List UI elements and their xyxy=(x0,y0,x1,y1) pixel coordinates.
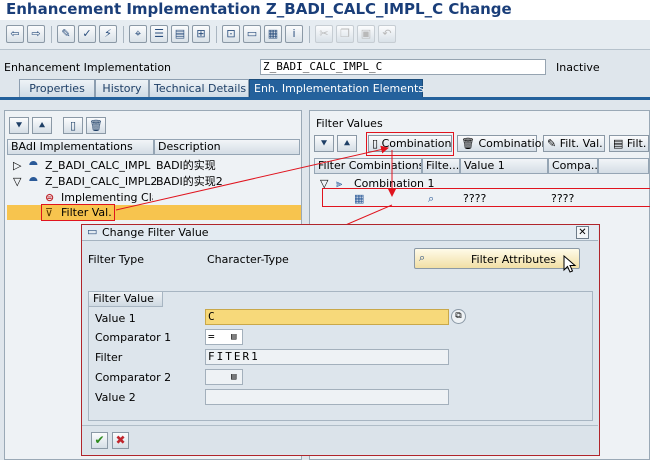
close-icon[interactable]: ✕ xyxy=(576,226,589,239)
class-icon: ⊜ xyxy=(45,191,55,204)
highlight-box-filter-row xyxy=(322,188,650,207)
window-title: Enhancement Implementation Z_BADI_CALC_I… xyxy=(6,0,512,18)
change-filter-value-button[interactable]: ✎ Filt. Val. xyxy=(543,135,605,152)
filter-label: Filter xyxy=(95,351,123,364)
column-header-empty xyxy=(598,158,649,174)
check-icon[interactable]: ✓ xyxy=(78,25,96,43)
change-filter-value-dialog: ▭ Change Filter Value ✕ Filter Type Char… xyxy=(81,224,600,456)
tab-enh-implementation-elements[interactable]: Enh. Implementation Elements xyxy=(249,79,424,97)
paste-icon: ▣ xyxy=(357,25,375,43)
undo-icon: ↶ xyxy=(378,25,396,43)
tree-row-description: BADI的实现2 xyxy=(156,175,223,188)
tree-expander-closed-icon[interactable]: ▷ xyxy=(13,158,21,173)
pencil-icon: ✎ xyxy=(547,137,557,150)
filter-attributes-label: Filter Attributes xyxy=(471,253,557,266)
filter-type-label: Filter Type xyxy=(88,253,145,266)
tab-history[interactable]: History xyxy=(95,79,149,97)
filter-value-button[interactable]: ▤ Filt. V xyxy=(609,135,649,152)
confirm-check-icon[interactable]: ✔ xyxy=(91,432,108,449)
change-filter-value-label: Filt. Val. xyxy=(559,137,603,150)
dialog-footer: ✔ ✖ xyxy=(82,425,598,454)
filter-type-value: Character-Type xyxy=(207,253,289,266)
badi-icon: ⯊ xyxy=(29,175,38,188)
display-change-icon[interactable]: ✎ xyxy=(57,25,75,43)
info-icon[interactable]: i xyxy=(285,25,303,43)
expand-all-icon[interactable]: ⯆ xyxy=(314,135,334,152)
tab-properties[interactable]: Properties xyxy=(19,79,95,97)
mouse-cursor-icon xyxy=(563,255,577,273)
tree-row-implementing-class[interactable]: Implementing Class xyxy=(61,190,153,205)
column-header-comparator[interactable]: Compa... xyxy=(548,158,598,174)
group-title: Filter Value xyxy=(89,292,163,307)
hierarchy-icon[interactable]: ⊞ xyxy=(192,25,210,43)
title-bar: Enhancement Implementation Z_BADI_CALC_I… xyxy=(0,0,650,20)
comparator1-value: = xyxy=(208,330,215,343)
tab-strip-line xyxy=(0,97,650,100)
value2-label: Value 2 xyxy=(95,391,136,404)
filter-value-group: Filter Value Value 1 C ⧉ Comparator 1 = … xyxy=(88,291,593,421)
tree-row-z-badi-calc-impl[interactable]: Z_BADI_CALC_IMPL xyxy=(45,158,150,173)
column-header-badi-implementations[interactable]: BAdI Implementations xyxy=(7,139,154,155)
dialog-titlebar: ▭ Change Filter Value ✕ xyxy=(82,225,598,241)
comparator1-select[interactable]: = ▤ xyxy=(205,329,243,345)
column-header-filter-combinations[interactable]: Filter Combinations xyxy=(314,158,422,174)
filter-attributes-button[interactable]: ⌕ Filter Attributes xyxy=(414,248,580,269)
value1-help-icon[interactable]: ⧉ xyxy=(451,309,466,324)
tree-row-z-badi-calc-impl2[interactable]: Z_BADI_CALC_IMPL2 xyxy=(45,174,157,189)
delete-icon[interactable]: 🗑 xyxy=(86,117,106,134)
panel-title: Filter Values xyxy=(316,117,383,130)
cut-icon: ✂ xyxy=(315,25,333,43)
enhancement-icon[interactable]: ⊡ xyxy=(222,25,240,43)
value2-input[interactable] xyxy=(205,389,449,405)
dropdown-icon[interactable]: ▤ xyxy=(231,370,236,384)
filter-value-icon: ▤ xyxy=(613,137,624,150)
back-icon[interactable]: ⇦ xyxy=(6,25,24,43)
highlight-box-combination xyxy=(366,132,454,156)
copy-icon: ❐ xyxy=(336,25,354,43)
new-object-icon[interactable]: ▯ xyxy=(63,117,83,134)
comparator2-select[interactable]: ▤ xyxy=(205,369,243,385)
navigation-icon[interactable]: ▤ xyxy=(171,25,189,43)
dialog-title: Change Filter Value xyxy=(102,226,209,239)
forward-icon[interactable]: ⇨ xyxy=(27,25,45,43)
tree-expander-open-icon[interactable]: ▽ xyxy=(13,174,21,189)
dialog-window-icon: ▭ xyxy=(87,225,98,238)
implementation-name-field[interactable]: Z_BADI_CALC_IMPL_C xyxy=(260,59,546,75)
header-label: Enhancement Implementation xyxy=(4,61,172,74)
column-header-value1[interactable]: Value 1 xyxy=(460,158,548,174)
where-used-icon[interactable]: ⌖ xyxy=(129,25,147,43)
application-toolbar: ⇦ ⇨ ✎ ✓ ⚡ ⌖ ☰ ▤ ⊞ ⊡ ▭ ▦ i ✂ ❐ ▣ ↶ xyxy=(0,20,650,50)
highlight-box-filter-val xyxy=(41,204,115,221)
magnifier-icon: ⌕ xyxy=(419,251,426,264)
delete-combination-button[interactable]: 🗑 Combination xyxy=(457,135,548,152)
filter-field: FITER1 xyxy=(205,349,449,365)
dropdown-icon[interactable]: ▤ xyxy=(231,330,236,344)
expand-all-icon[interactable]: ⯆ xyxy=(9,117,29,134)
activate-icon[interactable]: ⚡ xyxy=(99,25,117,43)
status-text: Inactive xyxy=(556,61,600,74)
column-header-description[interactable]: Description xyxy=(154,139,300,155)
cancel-x-icon[interactable]: ✖ xyxy=(112,432,129,449)
layout-icon[interactable]: ▭ xyxy=(243,25,261,43)
object-list-icon[interactable]: ☰ xyxy=(150,25,168,43)
filter-value-label: Filt. V xyxy=(626,137,648,150)
value1-label: Value 1 xyxy=(95,312,136,325)
tab-technical-details[interactable]: Technical Details xyxy=(149,79,249,97)
object-header: Enhancement Implementation Z_BADI_CALC_I… xyxy=(0,56,650,78)
delete-icon: 🗑 xyxy=(461,137,475,150)
badi-icon: ⯊ xyxy=(29,159,38,172)
collapse-all-icon[interactable]: ⯅ xyxy=(32,117,52,134)
tree-row-description: BADI的实现 xyxy=(156,159,216,172)
collapse-all-icon[interactable]: ⯅ xyxy=(337,135,357,152)
value1-input[interactable]: C xyxy=(205,309,449,325)
comparator2-label: Comparator 2 xyxy=(95,371,172,384)
display-object-icon[interactable]: ▦ xyxy=(264,25,282,43)
column-header-filter[interactable]: Filte... xyxy=(422,158,460,174)
comparator1-label: Comparator 1 xyxy=(95,331,172,344)
delete-combination-label: Combination xyxy=(478,137,549,150)
